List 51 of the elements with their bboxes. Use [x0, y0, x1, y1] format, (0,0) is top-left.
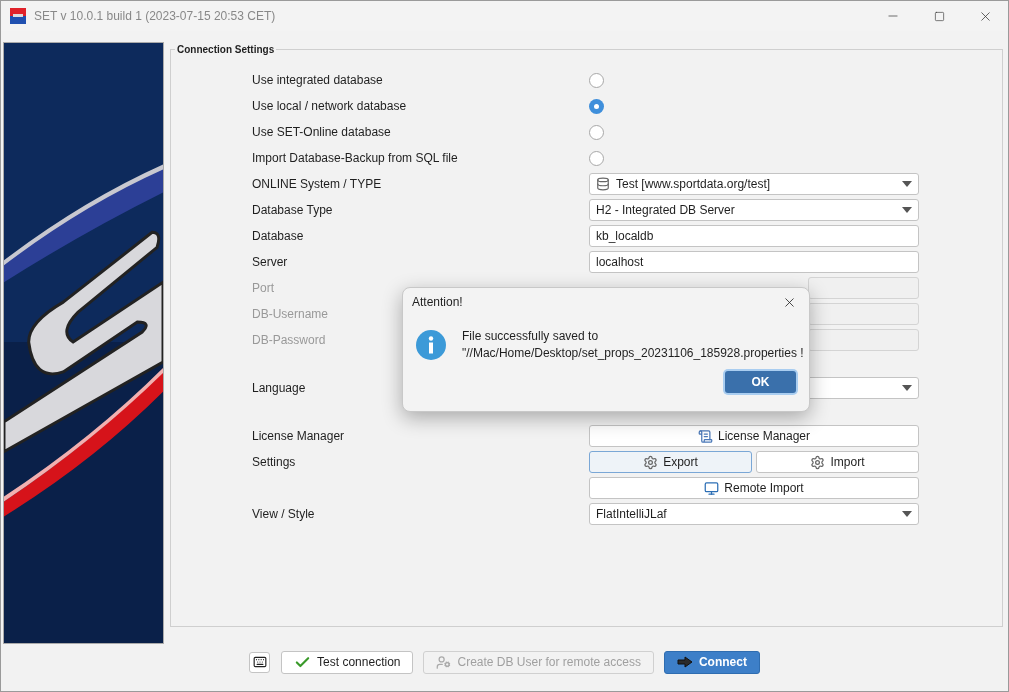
field-label: DB-Password	[252, 332, 326, 349]
window-title: SET v 10.0.1 build 1 (2023-07-15 20:53 CET)	[34, 8, 276, 25]
monitor-icon	[704, 480, 720, 496]
action-button[interactable]: License Manager	[589, 425, 919, 447]
field-label: Use SET-Online database	[252, 124, 391, 141]
radio-button[interactable]	[589, 150, 604, 166]
user-icon	[436, 654, 452, 670]
field-label: Port	[252, 280, 274, 297]
action-button[interactable]: Test connection	[281, 650, 414, 674]
keyboard-button[interactable]	[249, 651, 271, 673]
radio-button[interactable]	[589, 98, 604, 114]
field-label: Server	[252, 254, 288, 271]
field-label: Use integrated database	[252, 72, 383, 89]
field-label: Import Database-Backup from SQL file	[252, 150, 458, 167]
info-icon	[416, 330, 446, 360]
dropdown-arrow-icon	[902, 385, 912, 391]
dropdown-arrow-icon	[902, 181, 912, 187]
group-title: Connection Settings	[176, 43, 276, 57]
field-label: Database	[252, 228, 304, 245]
dialog-title: Attention!	[412, 294, 463, 311]
dropdown-arrow-icon	[902, 207, 912, 213]
field-label: Settings	[252, 454, 296, 471]
radio-button[interactable]	[589, 72, 604, 88]
input-field[interactable]: kb_localdb	[589, 225, 919, 247]
input-field[interactable]: localhost	[589, 251, 919, 273]
dropdown[interactable]: Test [www.sportdata.org/test]	[589, 173, 919, 195]
connect-button[interactable]: Connect	[663, 650, 760, 674]
field-label: License Manager	[252, 428, 345, 445]
dropdown[interactable]: H2 - Integrated DB Server	[589, 199, 919, 221]
radio-button[interactable]	[589, 124, 604, 140]
app-icon	[10, 8, 26, 24]
database-icon	[596, 177, 610, 191]
field-label: Language	[252, 380, 306, 397]
action-button[interactable]: Export	[589, 451, 752, 473]
gear-icon	[810, 454, 826, 470]
dropdown[interactable]: FlatIntelliJLaf	[589, 503, 919, 525]
keyboard-icon	[252, 655, 267, 669]
dialog-message: File successfully saved to "//Mac/Home/Desktop/set_props_20231106_185928.properties !	[462, 328, 804, 362]
scroll-icon	[697, 428, 713, 444]
ok-button[interactable]: OK	[725, 371, 796, 393]
action-button[interactable]: Import	[756, 451, 919, 473]
arrow-right-icon	[676, 656, 693, 668]
field-label: DB-Username	[252, 306, 329, 323]
field-label: Database Type	[252, 202, 333, 219]
dropdown-arrow-icon	[902, 511, 912, 517]
field-label: Use local / network database	[252, 98, 407, 115]
maximize-icon[interactable]	[933, 10, 945, 22]
action-button[interactable]: Remote Import	[589, 477, 919, 499]
gear-icon	[643, 454, 659, 470]
field-label: View / Style	[252, 506, 315, 523]
field-label: ONLINE System / TYPE	[252, 176, 382, 193]
